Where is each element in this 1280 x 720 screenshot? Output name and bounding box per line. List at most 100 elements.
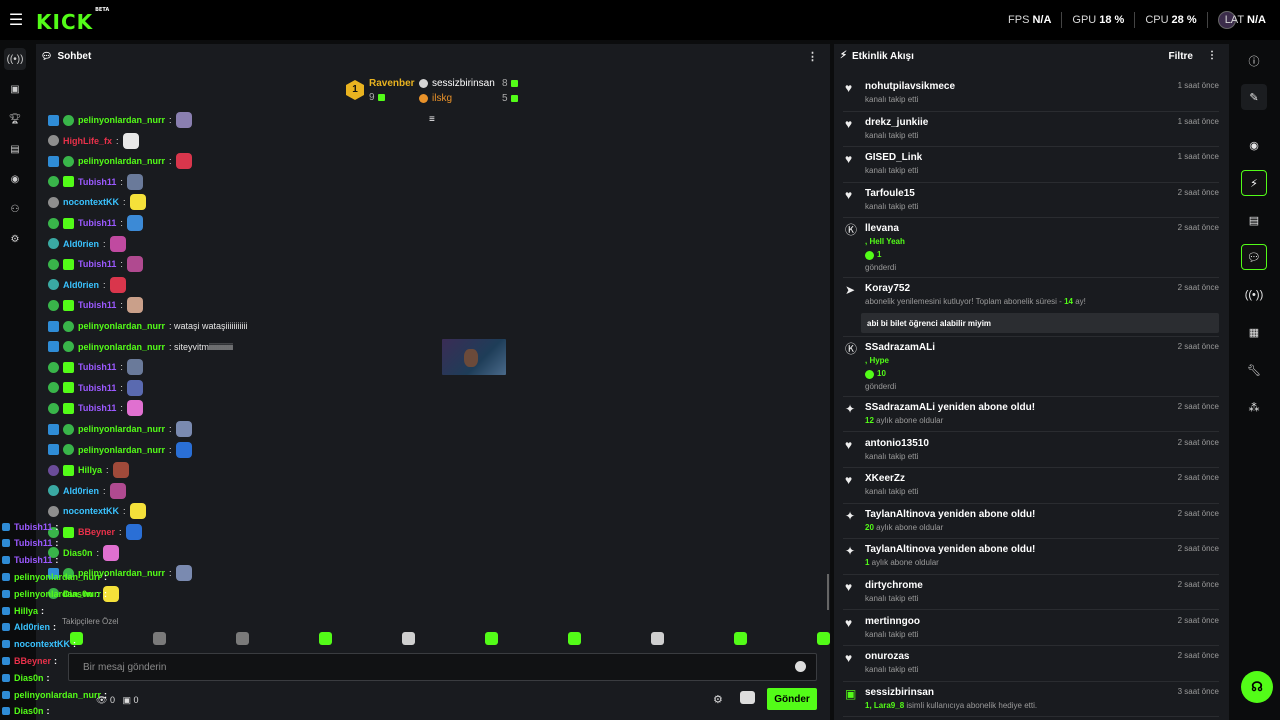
layout-icon[interactable]: ▦ bbox=[1241, 319, 1267, 345]
feed-item-name[interactable]: llevana bbox=[865, 223, 899, 234]
menu-icon[interactable]: ☰ bbox=[0, 0, 32, 40]
feed-item[interactable]: ♥ drekz_junkiie 1 saat önce kanalı takip et… bbox=[843, 112, 1219, 148]
feed-item[interactable]: ♥ onurozas 2 saat önce kanalı takip etti bbox=[843, 646, 1219, 682]
chat-username[interactable]: Tubish11 bbox=[78, 403, 116, 413]
activity-bolt-icon[interactable]: ⚡︎ bbox=[1241, 170, 1267, 196]
broadcast-icon[interactable]: ((•)) bbox=[1241, 282, 1267, 308]
feed-item-name[interactable]: SSadrazamALi bbox=[865, 342, 935, 353]
wrench-icon[interactable]: 🔧︎ bbox=[1241, 357, 1267, 383]
chat-username[interactable]: Ald0rien bbox=[63, 486, 99, 496]
chat-scrollbar[interactable] bbox=[827, 574, 829, 610]
feed-item-name[interactable]: mertinngoo bbox=[865, 616, 920, 627]
support-headset-icon[interactable]: ☊ bbox=[1241, 671, 1273, 703]
feed-item-name[interactable]: XKeerZz bbox=[865, 473, 905, 484]
feed-item-name[interactable]: antonio13510 bbox=[865, 438, 929, 449]
quick-emote-icon[interactable] bbox=[319, 632, 332, 645]
emote-picker-icon[interactable] bbox=[740, 691, 755, 704]
feed-item-name[interactable]: Tarfoule15 bbox=[865, 188, 915, 199]
book-icon[interactable]: ▣ bbox=[4, 78, 26, 100]
target-icon[interactable]: ◉ bbox=[4, 168, 26, 190]
gear-icon[interactable]: ⚙ bbox=[4, 228, 26, 250]
stream-preview-thumbnail[interactable] bbox=[442, 339, 506, 375]
feed-item-name[interactable]: dirtychrome bbox=[865, 580, 923, 591]
chat-message[interactable]: pelinyonlardan_nurr: bbox=[48, 151, 192, 171]
chat-message[interactable]: Ald0rien: bbox=[48, 275, 126, 295]
chat-username[interactable]: HighLife_fx bbox=[63, 136, 112, 146]
chat-username[interactable]: Hillya bbox=[78, 465, 102, 475]
quick-emote-icon[interactable] bbox=[734, 632, 747, 645]
feed-item[interactable]: ✦ SSadrazamALi yeniden abone oldu! 2 saat … bbox=[843, 397, 1219, 433]
chat-username[interactable]: pelinyonlardan_nurr bbox=[78, 156, 165, 166]
chat-username[interactable]: Ald0rien bbox=[63, 239, 99, 249]
feed-item[interactable]: ✦ TaylanAltinova yeniden abone oldu! 2 saa… bbox=[843, 504, 1219, 540]
screen-icon[interactable]: ▤ bbox=[4, 138, 26, 160]
chat-username[interactable]: Tubish11 bbox=[78, 383, 116, 393]
trophy-icon[interactable]: 🏆︎ bbox=[4, 108, 26, 130]
leaderboard-third[interactable]: ilskg 5 bbox=[419, 93, 518, 104]
quick-emote-icon[interactable] bbox=[485, 632, 498, 645]
feed-item-name[interactable]: SSadrazamALi yeniden abone oldu! bbox=[865, 402, 1035, 413]
feed-item[interactable]: ♥ mertinngoo 2 saat önce kanalı takip etti bbox=[843, 611, 1219, 647]
feed-item-name[interactable]: drekz_junkiie bbox=[865, 117, 928, 128]
feed-item[interactable]: ♥ GISED_Link 1 saat önce kanalı takip etti bbox=[843, 147, 1219, 183]
quick-emote-icon[interactable] bbox=[153, 632, 166, 645]
chat-message[interactable]: Tubish11: bbox=[48, 398, 143, 418]
feed-item[interactable]: ➤ Koray752 2 saat önce abonelik yenilemesin… bbox=[843, 278, 1219, 338]
document-icon[interactable]: ▤ bbox=[1241, 207, 1267, 233]
nodes-icon[interactable]: ⁂ bbox=[1241, 394, 1267, 420]
chat-message[interactable]: nocontextKK: bbox=[48, 501, 146, 521]
leaderboard-second[interactable]: sessizbirinsan 8 bbox=[419, 78, 518, 89]
chat-username[interactable]: Dias0n bbox=[63, 548, 93, 558]
chat-message[interactable]: pelinyonlardan_nurr: bbox=[48, 419, 192, 439]
chat-username[interactable]: pelinyonlardan_nurr bbox=[78, 321, 165, 331]
feed-item-name[interactable]: nohutpilavsikmece bbox=[865, 81, 955, 92]
chat-message[interactable]: Ald0rien: bbox=[48, 481, 126, 501]
chat-username[interactable]: Tubish11 bbox=[78, 259, 116, 269]
chat-message[interactable]: pelinyonlardan_nurr: bbox=[48, 440, 192, 460]
feed-item[interactable]: ♥ nohutpilavsikmece 1 saat önce kanalı taki… bbox=[843, 76, 1219, 112]
feed-item-name[interactable]: GISED_Link bbox=[865, 152, 922, 163]
chat-message[interactable]: Tubish11: bbox=[48, 213, 143, 233]
chat-username[interactable]: Tubish11 bbox=[78, 300, 116, 310]
feed-item-name[interactable]: onurozas bbox=[865, 651, 909, 662]
leaderboard-first-name[interactable]: Ravenber bbox=[369, 78, 415, 89]
users-icon[interactable]: ⚇ bbox=[4, 198, 26, 220]
chat-message[interactable]: BBeyner: bbox=[48, 522, 142, 542]
quick-emote-icon[interactable] bbox=[817, 632, 830, 645]
chat-message[interactable]: Hillya: bbox=[48, 460, 129, 480]
chat-message[interactable]: Dias0n: bbox=[48, 543, 120, 563]
chat-message[interactable]: Tubish11: bbox=[48, 172, 143, 192]
info-icon[interactable]: ⓘ bbox=[1241, 48, 1267, 74]
chat-settings-gear-icon[interactable]: ⚙ bbox=[713, 693, 723, 706]
chat-username[interactable]: pelinyonlardan_nurr bbox=[78, 342, 165, 352]
quick-emote-icon[interactable] bbox=[402, 632, 415, 645]
kick-logo[interactable]: KICK BETA bbox=[36, 7, 109, 34]
chat-username[interactable]: Tubish11 bbox=[78, 362, 116, 372]
kebab-icon[interactable]: ⋮ bbox=[807, 50, 818, 63]
chat-message[interactable]: Tubish11: bbox=[48, 295, 143, 315]
feed-item[interactable]: ✦ TaylanAltinova yeniden abone oldu! 2 saa… bbox=[843, 539, 1219, 575]
edit-icon[interactable]: ✎ bbox=[1241, 84, 1267, 110]
feed-item[interactable]: ♥ XKeerZz 2 saat önce kanalı takip etti bbox=[843, 468, 1219, 504]
feed-item-name[interactable]: Koray752 bbox=[865, 283, 910, 294]
chat-message[interactable]: pelinyonlardan_nurr: wataşi wataşiiiiiii… bbox=[48, 316, 248, 336]
chat-username[interactable]: pelinyonlardan_nurr bbox=[78, 445, 165, 455]
chat-username[interactable]: pelinyonlardan_nurr bbox=[78, 115, 165, 125]
feed-item-name[interactable]: TaylanAltinova yeniden abone oldu! bbox=[865, 544, 1035, 555]
feed-item[interactable]: ♥ Tarfoule15 2 saat önce kanalı takip etti bbox=[843, 183, 1219, 219]
chat-username[interactable]: Tubish11 bbox=[78, 177, 116, 187]
chat-message[interactable]: nocontextKK: bbox=[48, 192, 146, 212]
live-icon[interactable]: ((•)) bbox=[4, 48, 26, 70]
lat-stat[interactable]: LAT N/A bbox=[1217, 11, 1266, 29]
feed-item[interactable]: ♥ dirtychrome 2 saat önce kanalı takip etti bbox=[843, 575, 1219, 611]
chat-message[interactable]: pelinyonlardan_nurr: bbox=[48, 110, 192, 130]
chat-message[interactable]: Ald0rien: bbox=[48, 234, 126, 254]
filter-button[interactable]: Filtre bbox=[1169, 51, 1193, 62]
chat-icon[interactable]: 💬︎ bbox=[1241, 244, 1267, 270]
target-icon[interactable]: ◉ bbox=[1241, 132, 1267, 158]
chat-username[interactable]: Ald0rien bbox=[63, 280, 99, 290]
chat-username[interactable]: pelinyonlardan_nurr bbox=[78, 424, 165, 434]
chat-message[interactable]: Tubish11: bbox=[48, 254, 143, 274]
quick-emote-icon[interactable] bbox=[568, 632, 581, 645]
chat-message-input[interactable] bbox=[69, 654, 769, 680]
